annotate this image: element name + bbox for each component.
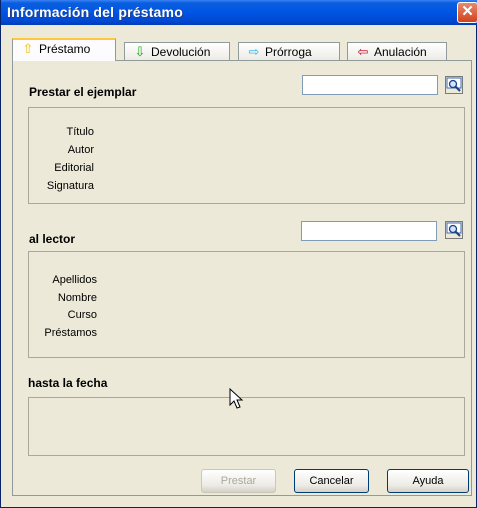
field-curso-label: Curso: [67, 309, 97, 321]
field-autor-label: Autor: [67, 144, 94, 156]
prestar-button[interactable]: Prestar: [201, 469, 276, 493]
title-bar[interactable]: Información del préstamo ✕: [1, 0, 477, 25]
tab-label: Anulación: [374, 45, 427, 59]
window-title: Información del préstamo: [7, 4, 183, 20]
field-nombre-label: Nombre: [57, 292, 97, 304]
arrow-right-icon: ⇨: [248, 44, 260, 59]
ejemplar-code-input[interactable]: [302, 75, 438, 95]
search-ejemplar-icon[interactable]: [445, 76, 463, 94]
tab-strip: ⇧ Préstamo ⇩ Devolución ⇨ Prórroga ⇦ Anulaci…: [12, 38, 472, 61]
ejemplar-heading: Prestar el ejemplar: [29, 85, 137, 99]
field-signatura-label: Signatura: [46, 180, 94, 192]
tab-devolucion[interactable]: ⇩ Devolución: [124, 42, 230, 60]
field-prestamos-label: Préstamos: [44, 327, 97, 339]
field-titulo-label: Título: [66, 126, 94, 138]
arrow-up-icon: ⇧: [22, 41, 34, 56]
ayuda-button[interactable]: Ayuda: [387, 469, 469, 493]
field-editorial-label: Editorial: [54, 162, 94, 174]
arrow-left-icon: ⇦: [357, 44, 369, 59]
search-lector-icon[interactable]: [445, 221, 463, 239]
lector-code-input[interactable]: [301, 221, 437, 241]
fecha-heading: hasta la fecha: [28, 376, 108, 390]
lector-details-box: Apellidos Nombre Curso Préstamos: [28, 251, 465, 358]
tab-prestamo[interactable]: ⇧ Préstamo: [12, 38, 116, 61]
tab-label: Préstamo: [39, 42, 91, 56]
mouse-pointer-icon: [229, 388, 244, 409]
tab-anulacion[interactable]: ⇦ Anulación: [347, 42, 447, 60]
loan-info-dialog: Información del préstamo ✕ ⇧ Préstamo ⇩ De…: [0, 0, 477, 508]
arrow-down-icon: ⇩: [134, 44, 146, 59]
tab-label: Prórroga: [265, 45, 312, 59]
cancelar-button[interactable]: Cancelar: [294, 469, 369, 493]
field-apellidos-label: Apellidos: [52, 274, 97, 286]
tab-label: Devolución: [151, 45, 211, 59]
tab-prorroga[interactable]: ⇨ Prórroga: [238, 42, 340, 60]
close-button[interactable]: ✕: [457, 2, 477, 23]
ejemplar-details-box: Título Autor Editorial Signatura: [28, 107, 465, 204]
lector-heading: al lector: [29, 232, 76, 246]
